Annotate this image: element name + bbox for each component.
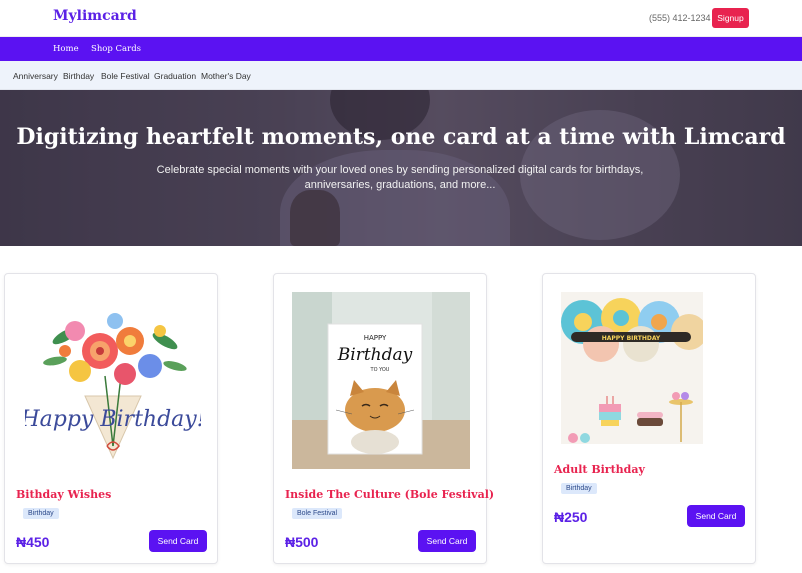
phone-number: (555) 412-1234 bbox=[649, 13, 711, 23]
signup-button[interactable]: Signup bbox=[712, 8, 749, 28]
card-image-party: HAPPY BIRTHDAY bbox=[561, 292, 703, 444]
category-anniversary[interactable]: Anniversary bbox=[13, 71, 58, 81]
nav-home-link[interactable]: Home bbox=[53, 44, 79, 54]
card-price: ₦450 bbox=[16, 534, 50, 550]
category-bar: Anniversary Birthday Bole Festival Gradu… bbox=[0, 61, 802, 90]
card-price: ₦500 bbox=[285, 534, 319, 550]
card-image-text-birthday: Birthday bbox=[337, 345, 413, 365]
send-card-button[interactable]: Send Card bbox=[149, 530, 207, 552]
bouquet-illustration: Happy Birthday! bbox=[25, 313, 201, 460]
card-image-cat: HAPPY Birthday TO YOU bbox=[292, 292, 470, 469]
hero-banner: Digitizing heartfelt moments, one card a… bbox=[0, 90, 802, 246]
card-tag: Birthday bbox=[23, 508, 59, 519]
card-image-text-to-you: TO YOU bbox=[370, 367, 390, 373]
main-nav: Home Shop Cards bbox=[0, 37, 802, 61]
product-card[interactable]: HAPPY Birthday TO YOU Inside The Culture… bbox=[273, 273, 494, 564]
category-mothers-day[interactable]: Mother's Day bbox=[201, 71, 251, 81]
card-title[interactable]: Adult Birthday bbox=[554, 463, 645, 476]
hero-subtitle: Celebrate special moments with your love… bbox=[156, 164, 644, 191]
hero-title: Digitizing heartfelt moments, one card a… bbox=[16, 124, 786, 150]
card-image-text: Happy Birthday! bbox=[25, 407, 201, 432]
card-title[interactable]: Bithday Wishes bbox=[16, 488, 111, 501]
party-decoration-illustration: HAPPY BIRTHDAY bbox=[561, 292, 703, 444]
product-card[interactable]: HAPPY BIRTHDAY Adult Birthday Birthday ₦… bbox=[542, 273, 756, 564]
brand-logo[interactable]: Mylimcard bbox=[53, 8, 137, 24]
nav-shop-cards-link[interactable]: Shop Cards bbox=[91, 44, 141, 54]
category-bole-festival[interactable]: Bole Festival bbox=[101, 71, 150, 81]
card-image-text: HAPPY BIRTHDAY bbox=[602, 335, 661, 342]
product-card[interactable]: Happy Birthday! Bithday Wishes Birthday … bbox=[4, 273, 218, 564]
card-image-bouquet: Happy Birthday! bbox=[25, 296, 201, 468]
send-card-button[interactable]: Send Card bbox=[418, 530, 476, 552]
send-card-button[interactable]: Send Card bbox=[687, 505, 745, 527]
cat-card-illustration: HAPPY Birthday TO YOU bbox=[292, 292, 470, 469]
card-title[interactable]: Inside The Culture (Bole Festival) bbox=[285, 488, 494, 501]
category-graduation[interactable]: Graduation bbox=[154, 71, 196, 81]
card-price: ₦250 bbox=[554, 509, 588, 525]
card-tag: Bole Festival bbox=[292, 508, 343, 519]
card-image-text-happy: HAPPY bbox=[364, 334, 387, 342]
category-birthday[interactable]: Birthday bbox=[63, 71, 94, 81]
card-tag: Birthday bbox=[561, 483, 597, 494]
top-header: Mylimcard (555) 412-1234 Signup bbox=[0, 0, 802, 37]
